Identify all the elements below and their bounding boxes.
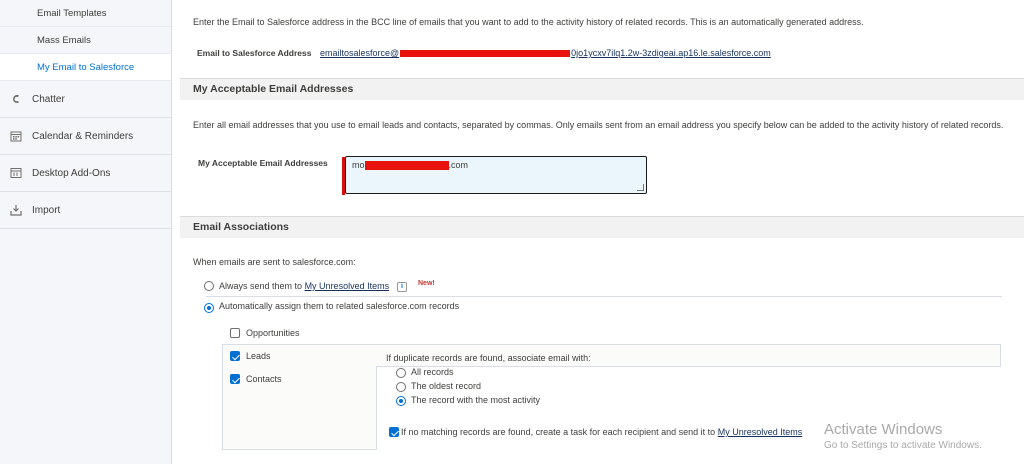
section-header-email-associations: Email Associations <box>180 216 1024 238</box>
sidebar-item-calendar[interactable]: Calendar & Reminders <box>0 118 171 155</box>
desktop-addons-icon <box>9 166 23 180</box>
leads-checkbox[interactable] <box>230 351 240 361</box>
auto-assign-radio[interactable] <box>204 303 214 313</box>
sidebar-item-desktop-addons[interactable]: Desktop Add-Ons <box>0 155 171 192</box>
no-match-prefix: If no matching records are found, create… <box>401 427 716 437</box>
oldest-record-radio[interactable] <box>396 382 406 392</box>
always-send-radio[interactable] <box>204 281 214 291</box>
most-activity-label: The record with the most activity <box>411 395 541 405</box>
sidebar-item-label: Desktop Add-Ons <box>32 167 111 179</box>
redaction-mark <box>364 161 449 171</box>
sidebar-item-label: Calendar & Reminders <box>32 130 134 142</box>
main-content: Enter the Email to Salesforce address in… <box>180 0 1024 464</box>
sidebar: Email Templates Mass Emails My Email to … <box>0 0 172 464</box>
email-address-prefix: emailtosalesforce@ <box>320 48 400 58</box>
info-icon[interactable]: i <box>397 282 407 292</box>
always-send-label: Always send them to My Unresolved Items <box>219 281 389 291</box>
sidebar-item-my-email-to-salesforce[interactable]: My Email to Salesforce <box>0 54 171 81</box>
contacts-checkbox[interactable] <box>230 374 240 384</box>
activate-windows-subtext: Go to Settings to activate Windows. <box>824 440 982 451</box>
intro-text: Enter the Email to Salesforce address in… <box>193 17 864 27</box>
leads-label: Leads <box>246 351 271 361</box>
sidebar-item-chatter[interactable]: Chatter <box>0 81 171 118</box>
sidebar-item-mass-emails[interactable]: Mass Emails <box>0 27 171 54</box>
auto-assign-label: Automatically assign them to related sal… <box>219 301 460 311</box>
email-to-salesforce-label: Email to Salesforce Address <box>197 48 312 58</box>
email-to-salesforce-address[interactable]: emailtosalesforce@ 0jo1ycxv7ilq1.2w-3zdig… <box>320 48 771 58</box>
redaction-mark <box>342 157 345 195</box>
divider <box>206 296 1002 297</box>
import-icon <box>9 203 23 217</box>
sidebar-item-email-templates[interactable]: Email Templates <box>0 0 171 27</box>
new-badge: New! <box>418 280 435 287</box>
most-activity-radio[interactable] <box>396 396 406 406</box>
sidebar-item-label: Import <box>32 204 61 216</box>
no-match-checkbox[interactable] <box>389 427 399 437</box>
acceptable-value-prefix: mo <box>352 160 365 170</box>
all-records-radio[interactable] <box>396 368 406 378</box>
acceptable-value-suffix: .com <box>448 160 469 170</box>
email-address-suffix: 0jo1ycxv7ilq1.2w-3zdigeai.ap16.le.salesf… <box>571 48 771 58</box>
sidebar-item-import[interactable]: Import <box>0 192 171 229</box>
all-records-label: All records <box>411 367 454 377</box>
when-sent-text: When emails are sent to salesforce.com: <box>193 257 356 267</box>
oldest-record-label: The oldest record <box>411 381 482 391</box>
chatter-icon <box>9 92 23 106</box>
contacts-label: Contacts <box>246 374 282 384</box>
calendar-icon <box>9 129 23 143</box>
no-match-label: If no matching records are found, create… <box>401 427 802 437</box>
opportunities-checkbox[interactable] <box>230 328 240 338</box>
resize-handle[interactable] <box>637 184 644 191</box>
activate-windows-watermark: Activate Windows <box>824 421 943 438</box>
unresolved-items-link[interactable]: My Unresolved Items <box>305 281 390 291</box>
acceptable-description: Enter all email addresses that you use t… <box>193 120 1004 130</box>
redaction-mark <box>400 50 571 58</box>
duplicate-text: If duplicate records are found, associat… <box>386 353 591 363</box>
no-match-unresolved-link[interactable]: My Unresolved Items <box>718 427 803 437</box>
acceptable-addresses-textarea[interactable]: mo .com <box>342 156 647 195</box>
always-send-prefix: Always send them to <box>219 281 303 291</box>
acceptable-addresses-label: My Acceptable Email Addresses <box>198 158 328 168</box>
section-header-acceptable-addresses: My Acceptable Email Addresses <box>180 78 1024 100</box>
sidebar-item-label: Chatter <box>32 93 65 105</box>
opportunities-label: Opportunities <box>246 328 300 338</box>
